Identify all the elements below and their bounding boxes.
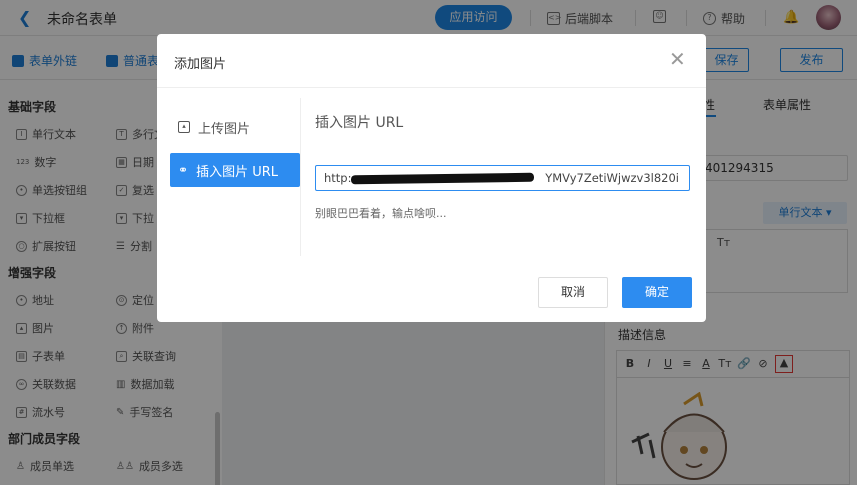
input-hint: 别眼巴巴看着，输点啥呗... bbox=[315, 207, 447, 220]
tab-upload-image[interactable]: ▴ 上传图片 bbox=[170, 110, 300, 144]
tab-insert-image-url[interactable]: ⚭ 插入图片 URL bbox=[170, 153, 300, 187]
tab-label: 插入图片 URL bbox=[196, 164, 278, 180]
image-icon: ▴ bbox=[178, 121, 190, 133]
section-title: 插入图片 URL bbox=[315, 115, 404, 131]
dialog-header: 添加图片 ✕ bbox=[157, 34, 706, 88]
confirm-button[interactable]: 确定 bbox=[622, 277, 692, 308]
tab-label: 上传图片 bbox=[198, 121, 251, 137]
link-icon: ⚭ bbox=[178, 163, 189, 177]
cancel-button[interactable]: 取消 bbox=[538, 277, 608, 308]
add-image-dialog: 添加图片 ✕ ▴ 上传图片 ⚭ 插入图片 URL 插入图片 URL 别眼巴巴看着… bbox=[157, 34, 706, 322]
dialog-title: 添加图片 bbox=[174, 57, 227, 72]
close-icon[interactable]: ✕ bbox=[669, 49, 686, 69]
dialog-divider bbox=[300, 98, 301, 256]
